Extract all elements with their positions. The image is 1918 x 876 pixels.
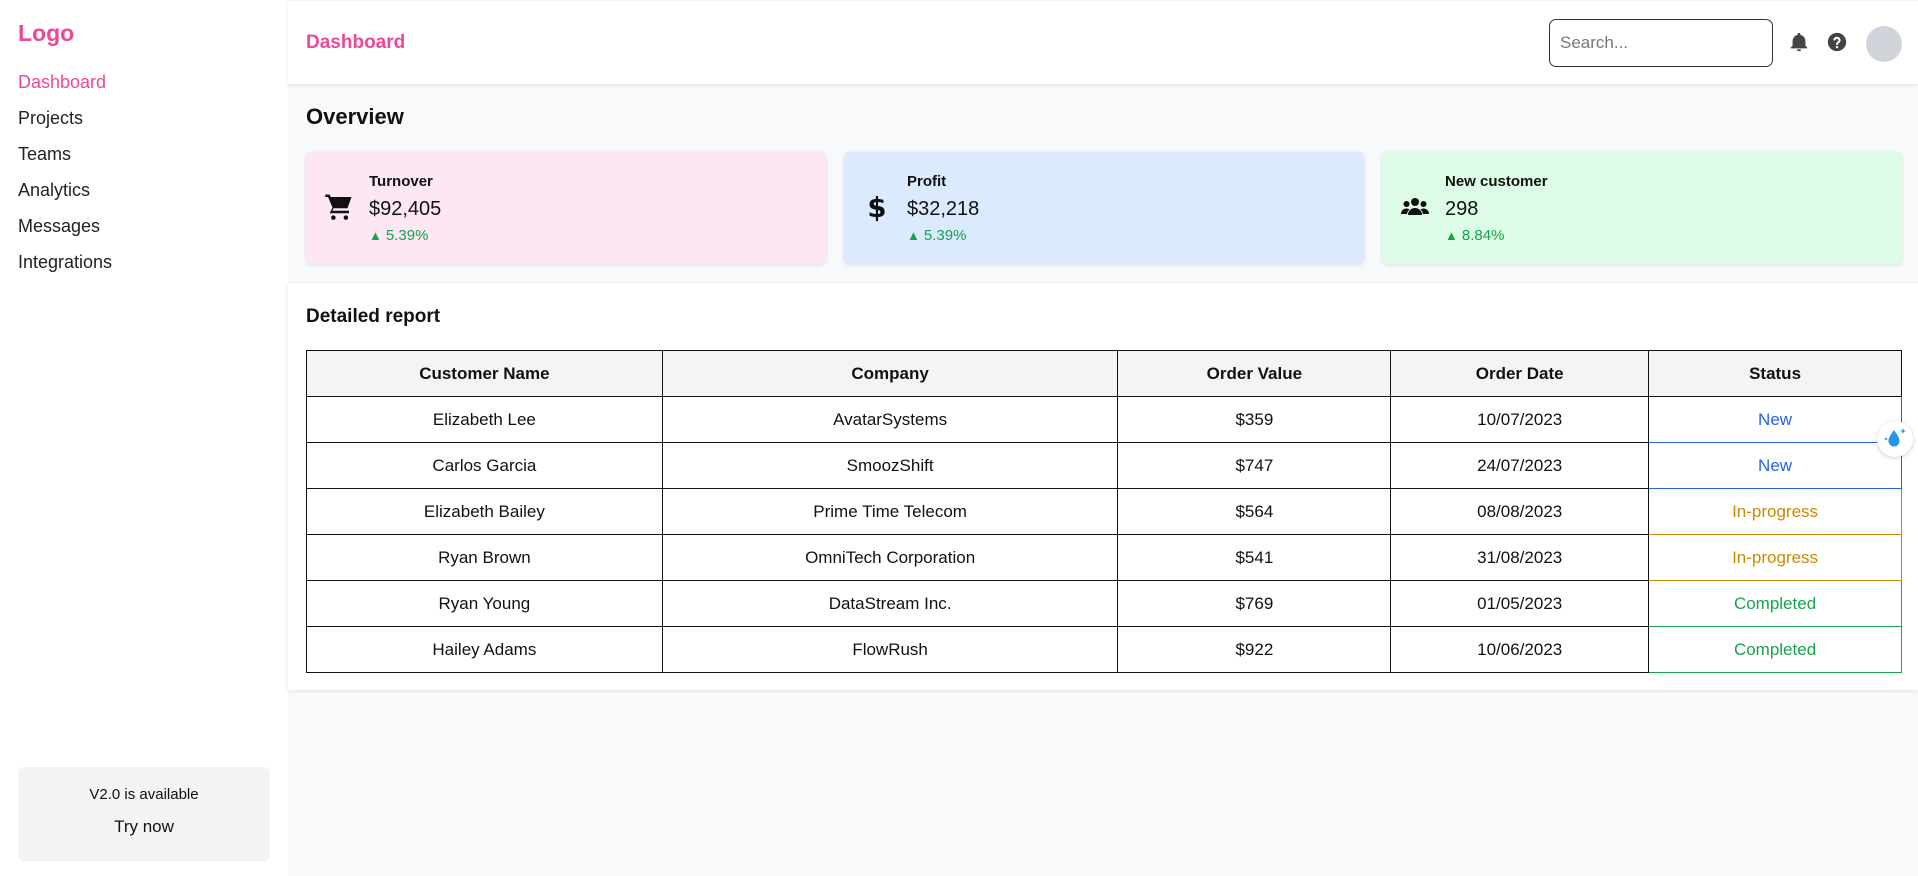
table-row[interactable]: Ryan Brown OmniTech Corporation $541 31/… [306, 534, 1902, 581]
upgrade-promo: V2.0 is available Try now [18, 767, 270, 861]
bell-icon[interactable] [1788, 31, 1810, 53]
new-customer-card: New customer 298 ▲ 8.84% [1382, 152, 1902, 264]
card-change-value: 8.84% [1461, 227, 1505, 244]
turnover-card: Turnover $92,405 ▲ 5.39% [306, 152, 826, 264]
table-header-row: Customer Name Company Order Value Order … [306, 350, 1902, 397]
status-cell: In-progress [1648, 488, 1902, 535]
status-cell: In-progress [1648, 534, 1902, 581]
card-change-value: 5.39% [923, 227, 967, 244]
sidebar-item-messages[interactable]: Messages [18, 212, 112, 248]
company-cell: DataStream Inc. [661, 580, 1119, 627]
sidebar-item-dashboard[interactable]: Dashboard [18, 68, 112, 104]
card-change: ▲ 5.39% [369, 227, 428, 244]
order-date-cell: 01/05/2023 [1390, 580, 1650, 627]
overview-title: Overview [306, 104, 404, 129]
customer-name-cell: Elizabeth Bailey [306, 488, 663, 535]
customer-name-cell: Carlos Garcia [306, 442, 663, 489]
trend-up-icon: ▲ [1445, 228, 1458, 243]
logo[interactable]: Logo [18, 20, 74, 47]
top-header: Dashboard [288, 1, 1918, 84]
order-value-cell: $747 [1117, 442, 1392, 489]
order-value-cell: $564 [1117, 488, 1392, 535]
card-change: ▲ 5.39% [907, 227, 966, 244]
status-cell: New [1648, 396, 1902, 443]
customer-name-cell: Hailey Adams [306, 626, 663, 673]
order-date-cell: 31/08/2023 [1390, 534, 1650, 581]
try-now-button[interactable]: Try now [18, 817, 270, 837]
column-header-company[interactable]: Company [661, 350, 1119, 397]
card-value: $92,405 [369, 198, 442, 220]
help-icon[interactable] [1826, 31, 1848, 53]
card-label: New customer [1445, 173, 1548, 190]
customer-name-cell: Ryan Young [306, 580, 663, 627]
order-value-cell: $769 [1117, 580, 1392, 627]
order-value-cell: $922 [1117, 626, 1392, 673]
order-value-cell: $541 [1117, 534, 1392, 581]
promo-text: V2.0 is available [89, 786, 199, 803]
card-change-value: 5.39% [385, 227, 429, 244]
order-date-cell: 10/06/2023 [1390, 626, 1650, 673]
sidebar-item-analytics[interactable]: Analytics [18, 176, 112, 212]
table-row[interactable]: Hailey Adams FlowRush $922 10/06/2023 Co… [306, 626, 1902, 673]
search-input[interactable] [1549, 19, 1773, 67]
company-cell: SmoozShift [661, 442, 1119, 489]
company-cell: Prime Time Telecom [661, 488, 1119, 535]
order-date-cell: 10/07/2023 [1390, 396, 1650, 443]
column-header-status[interactable]: Status [1648, 350, 1902, 397]
cart-icon [324, 192, 354, 222]
customer-name-cell: Ryan Brown [306, 534, 663, 581]
floating-assistant-button[interactable] [1877, 421, 1913, 457]
card-change: ▲ 8.84% [1445, 227, 1504, 244]
users-icon [1400, 192, 1430, 222]
sidebar-nav: Dashboard Projects Teams Analytics Messa… [18, 68, 112, 284]
report-table: Customer Name Company Order Value Order … [306, 350, 1902, 673]
sidebar: Logo Dashboard Projects Teams Analytics … [0, 0, 288, 876]
avatar[interactable] [1866, 26, 1902, 62]
table-row[interactable]: Ryan Young DataStream Inc. $769 01/05/20… [306, 580, 1902, 627]
company-cell: AvatarSystems [661, 396, 1119, 443]
svg-text:$: $ [867, 192, 886, 222]
card-label: Profit [907, 173, 947, 190]
column-header-customer[interactable]: Customer Name [306, 350, 663, 397]
table-row[interactable]: Elizabeth Lee AvatarSystems $359 10/07/2… [306, 396, 1902, 443]
report-title: Detailed report [306, 306, 441, 327]
sidebar-item-projects[interactable]: Projects [18, 104, 112, 140]
droplet-sparkle-icon [1884, 428, 1906, 447]
customer-name-cell: Elizabeth Lee [306, 396, 663, 443]
page-title: Dashboard [306, 32, 406, 53]
column-header-order-date[interactable]: Order Date [1390, 350, 1650, 397]
card-label: Turnover [369, 173, 433, 190]
company-cell: FlowRush [661, 626, 1119, 673]
card-value: 298 [1445, 198, 1479, 220]
status-cell: Completed [1648, 626, 1902, 673]
trend-up-icon: ▲ [907, 228, 920, 243]
column-header-order-value[interactable]: Order Value [1117, 350, 1392, 397]
order-value-cell: $359 [1117, 396, 1392, 443]
status-cell: New [1648, 442, 1902, 489]
sidebar-item-integrations[interactable]: Integrations [18, 248, 112, 284]
table-row[interactable]: Elizabeth Bailey Prime Time Telecom $564… [306, 488, 1902, 535]
status-cell: Completed [1648, 580, 1902, 627]
company-cell: OmniTech Corporation [661, 534, 1119, 581]
order-date-cell: 08/08/2023 [1390, 488, 1650, 535]
profit-card: $ Profit $32,218 ▲ 5.39% [844, 152, 1364, 264]
order-date-cell: 24/07/2023 [1390, 442, 1650, 489]
detailed-report: Detailed report Customer Name Company Or… [288, 283, 1918, 690]
sidebar-item-teams[interactable]: Teams [18, 140, 112, 176]
dollar-icon: $ [862, 192, 892, 224]
card-value: $32,218 [907, 198, 980, 220]
trend-up-icon: ▲ [369, 228, 382, 243]
table-row[interactable]: Carlos Garcia SmoozShift $747 24/07/2023… [306, 442, 1902, 489]
